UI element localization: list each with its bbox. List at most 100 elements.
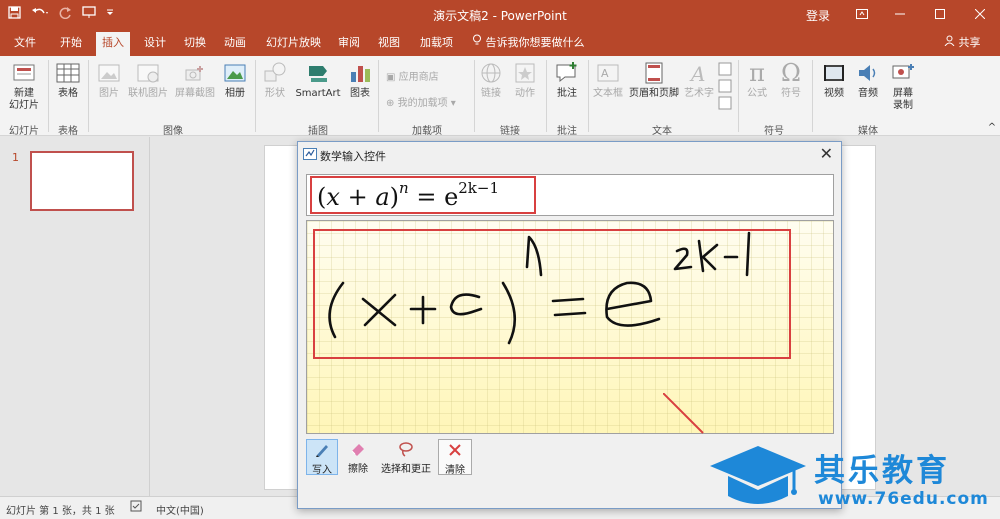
shapes-button[interactable]: 形状 xyxy=(260,60,290,100)
watermark-url: www.76edu.com xyxy=(818,489,989,509)
group-separator xyxy=(812,60,813,132)
tab-slideshow[interactable]: 幻灯片放映 xyxy=(260,30,327,56)
customize-icon[interactable] xyxy=(106,6,114,23)
online-picture-label: 联机图片 xyxy=(128,88,168,99)
redo-icon[interactable] xyxy=(59,6,72,23)
screenshot-button[interactable]: 屏幕截图 xyxy=(172,60,218,100)
online-picture-icon xyxy=(137,64,159,83)
ribbon-display-icon[interactable] xyxy=(844,0,880,30)
album-button[interactable]: 相册 xyxy=(220,60,250,100)
table-button[interactable]: 表格 xyxy=(52,60,84,100)
clear-icon xyxy=(449,444,461,456)
slide-number: 1 xyxy=(12,151,19,164)
group-label-images: 图像 xyxy=(163,126,183,137)
login-link[interactable]: 登录 xyxy=(806,7,830,24)
video-icon xyxy=(824,65,844,81)
ribbon: 新建 幻灯片 幻灯片 表格 表格 图片 联机图片 屏幕截图 相册 图像 形状 S… xyxy=(0,56,1000,137)
store-button[interactable]: ▣ 应用商店 xyxy=(386,68,439,83)
symbol-button[interactable]: Ω 符号 xyxy=(776,60,806,100)
audio-button[interactable]: 音频 xyxy=(852,60,884,100)
slide-thumbnail[interactable] xyxy=(30,151,134,211)
tab-design[interactable]: 设计 xyxy=(138,30,172,56)
group-separator xyxy=(738,60,739,132)
video-label: 视频 xyxy=(824,88,844,99)
text-more-icons xyxy=(718,62,732,110)
table-label: 表格 xyxy=(58,88,78,99)
action-button[interactable]: 动作 xyxy=(508,60,542,100)
comment-label: 批注 xyxy=(557,88,577,99)
share-label: 共享 xyxy=(958,36,981,49)
shapes-label: 形状 xyxy=(265,88,285,99)
comment-icon xyxy=(556,62,577,83)
header-footer-icon xyxy=(645,62,663,84)
clear-tool-label: 清除 xyxy=(445,465,465,476)
comment-button[interactable]: 批注 xyxy=(550,60,584,100)
tab-review[interactable]: 审阅 xyxy=(332,30,366,56)
dialog-close-icon[interactable]: ✕ xyxy=(820,144,833,163)
group-separator xyxy=(255,60,256,132)
present-icon[interactable] xyxy=(82,6,96,23)
new-slide-label: 新建 幻灯片 xyxy=(9,88,39,111)
lasso-icon xyxy=(399,442,413,457)
minimize-icon[interactable] xyxy=(880,0,920,30)
tab-view[interactable]: 视图 xyxy=(372,30,406,56)
close-icon[interactable] xyxy=(960,0,1000,30)
tab-insert[interactable]: 插入 xyxy=(96,32,130,56)
picture-button[interactable]: 图片 xyxy=(94,60,124,100)
share-button[interactable]: 共享 xyxy=(944,30,981,56)
store-label: 应用商店 xyxy=(398,72,439,83)
smartart-button[interactable]: SmartArt xyxy=(292,60,344,100)
link-button[interactable]: 链接 xyxy=(478,60,504,100)
video-button[interactable]: 视频 xyxy=(818,60,850,100)
pen-icon xyxy=(316,445,328,457)
my-addins-button[interactable]: ⊕ 我的加载项 ▾ xyxy=(386,94,456,109)
speaker-icon xyxy=(859,65,876,81)
clear-tool[interactable]: 清除 xyxy=(438,439,472,476)
undo-icon[interactable] xyxy=(31,6,49,23)
tab-transitions[interactable]: 切换 xyxy=(178,30,212,56)
writing-pad[interactable] xyxy=(306,220,834,434)
write-tool[interactable]: 写入 xyxy=(306,439,338,476)
wordart-button[interactable]: A 艺术字 xyxy=(684,60,714,100)
equation-label: 公式 xyxy=(747,88,767,99)
new-slide-button[interactable]: 新建 幻灯片 xyxy=(4,60,44,112)
tab-animations[interactable]: 动画 xyxy=(218,30,252,56)
language-indicator[interactable]: 中文(中国) xyxy=(156,502,204,517)
online-picture-button[interactable]: 联机图片 xyxy=(126,60,170,100)
group-label-text: 文本 xyxy=(652,126,672,137)
screen-record-button[interactable]: 屏幕 录制 xyxy=(886,60,920,112)
ribbon-tabs: 文件 开始 插入 设计 切换 动画 幻灯片放映 审阅 视图 加载项 告诉我你想要… xyxy=(0,30,1000,56)
group-separator xyxy=(378,60,379,132)
save-icon[interactable] xyxy=(8,6,21,23)
select-correct-tool-label: 选择和更正 xyxy=(381,464,431,475)
tab-file[interactable]: 文件 xyxy=(8,30,42,56)
eraser-icon xyxy=(351,444,364,456)
omega-icon: Ω xyxy=(781,59,801,87)
maximize-icon[interactable] xyxy=(920,0,960,30)
text-more-button[interactable] xyxy=(716,62,734,116)
tab-addins[interactable]: 加载项 xyxy=(414,30,459,56)
graduation-cap-logo xyxy=(710,446,806,504)
wordart-label: 艺术字 xyxy=(684,88,714,99)
spelling-icon[interactable] xyxy=(130,500,142,515)
tab-home[interactable]: 开始 xyxy=(54,30,88,56)
erase-tool[interactable]: 擦除 xyxy=(342,439,374,475)
group-separator xyxy=(88,60,89,132)
equation-button[interactable]: π 公式 xyxy=(742,60,772,100)
tell-me-search[interactable]: 告诉我你想要做什么 xyxy=(472,30,585,56)
screenshot-icon xyxy=(185,66,203,81)
lightbulb-icon xyxy=(472,34,486,49)
select-correct-tool[interactable]: 选择和更正 xyxy=(378,439,434,475)
textbox-icon: A xyxy=(597,64,619,82)
collapse-ribbon-icon[interactable]: ^ xyxy=(986,122,998,134)
textbox-button[interactable]: A 文本框 xyxy=(592,60,624,100)
picture-label: 图片 xyxy=(99,88,119,99)
header-footer-button[interactable]: 页眉和页脚 xyxy=(626,60,682,100)
chart-button[interactable]: 图表 xyxy=(346,60,374,100)
window-controls xyxy=(844,0,1000,30)
svg-text:A: A xyxy=(689,62,705,86)
ink-highlight-box xyxy=(313,229,791,359)
group-label-symbols: 符号 xyxy=(764,126,784,137)
smartart-icon xyxy=(309,66,327,82)
link-icon xyxy=(481,63,501,83)
